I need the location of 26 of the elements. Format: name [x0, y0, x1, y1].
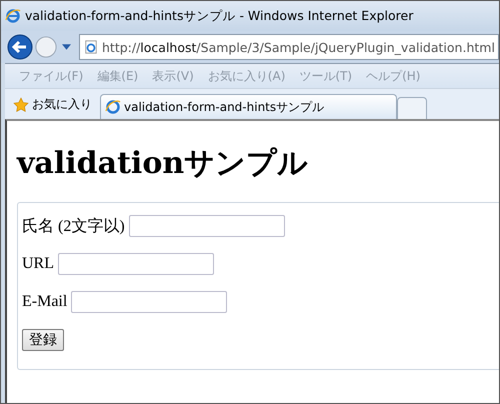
menu-item[interactable]: ツール(T) — [299, 68, 352, 84]
menu-item[interactable]: ヘルプ(H) — [366, 68, 420, 84]
menu-item[interactable]: お気に入り(A) — [208, 68, 286, 84]
field-label: URL — [22, 255, 54, 273]
browser-tab[interactable]: validation-form-and-hintsサンプル — [100, 94, 397, 119]
back-button[interactable] — [7, 34, 33, 60]
new-tab-button[interactable] — [397, 97, 427, 119]
favorites-button[interactable]: お気に入り — [5, 96, 100, 119]
window-title: validation-form-and-hintsサンプル - Windows Internet Explorer — [25, 8, 414, 24]
menu-item[interactable]: ファイル(F) — [19, 68, 84, 84]
submit-button[interactable]: 登録 — [22, 329, 64, 351]
address-text: http://localhost/Sample/3/Sample/jQueryPlugin_validation.html — [102, 40, 495, 54]
page-icon — [84, 40, 98, 54]
dropdown-caret-icon[interactable] — [62, 44, 71, 50]
star-icon — [13, 96, 29, 112]
input-field[interactable] — [58, 253, 214, 275]
field-label: 氏名 (2文字以) — [22, 216, 125, 236]
field-label: E-Mail — [22, 293, 68, 311]
browser-logo-icon — [5, 8, 21, 24]
input-field[interactable] — [71, 291, 228, 313]
menu-item[interactable]: 編集(E) — [97, 68, 138, 84]
browser-logo-icon — [105, 99, 121, 115]
menu-item[interactable]: 表示(V) — [152, 68, 194, 84]
input-field[interactable] — [128, 215, 285, 237]
address-field[interactable]: http://localhost/Sample/3/Sample/jQueryPlugin_validation.html — [79, 34, 499, 60]
page-heading: validationサンプル — [17, 145, 310, 183]
